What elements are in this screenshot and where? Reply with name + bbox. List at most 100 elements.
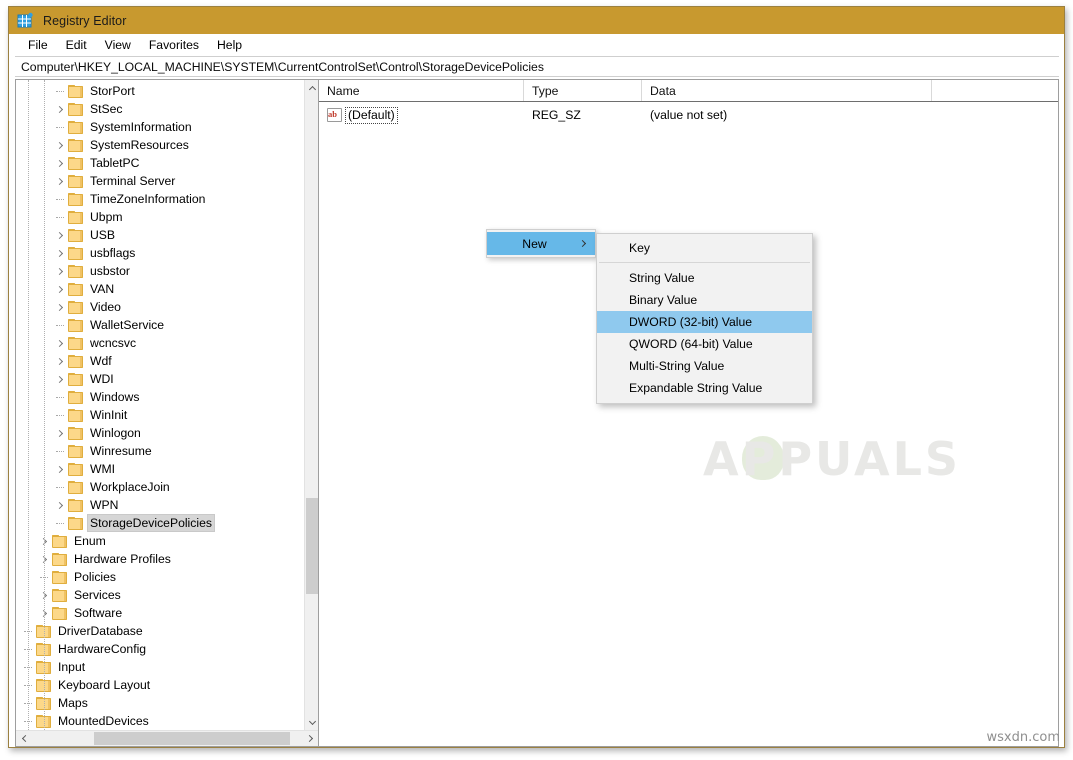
folder-icon (68, 192, 83, 206)
tree-item-hardware-profiles[interactable]: Hardware Profiles (16, 550, 304, 568)
tree-item-keyboard-layout[interactable]: Keyboard Layout (16, 676, 304, 694)
value-row[interactable]: ab (Default) REG_SZ (value not set) (319, 105, 1058, 125)
tree-item-wcncsvc[interactable]: wcncsvc (16, 334, 304, 352)
expand-chevron-icon[interactable] (52, 352, 68, 370)
menu-file[interactable]: File (19, 37, 57, 53)
menu-edit[interactable]: Edit (57, 37, 96, 53)
tree-item-timezoneinformation[interactable]: TimeZoneInformation (16, 190, 304, 208)
title-bar: Registry Editor (9, 7, 1064, 34)
expand-chevron-icon[interactable] (52, 460, 68, 478)
expand-chevron-icon[interactable] (52, 244, 68, 262)
scroll-up-arrow-icon[interactable] (305, 80, 318, 96)
tree-item-stsec[interactable]: StSec (16, 100, 304, 118)
expand-chevron-icon[interactable] (52, 226, 68, 244)
tree-item-wdi[interactable]: WDI (16, 370, 304, 388)
tree-item-systemresources[interactable]: SystemResources (16, 136, 304, 154)
tree-item-wpn[interactable]: WPN (16, 496, 304, 514)
tree-item-van[interactable]: VAN (16, 280, 304, 298)
tree-item-wmi[interactable]: WMI (16, 460, 304, 478)
tree-connector-line (52, 316, 68, 334)
tree-item-usbstor[interactable]: usbstor (16, 262, 304, 280)
submenu-item-key[interactable]: Key (597, 237, 812, 259)
tree-item-systeminformation[interactable]: SystemInformation (16, 118, 304, 136)
expand-chevron-icon[interactable] (52, 154, 68, 172)
address-bar[interactable]: Computer\HKEY_LOCAL_MACHINE\SYSTEM\Curre… (15, 56, 1059, 77)
tree-item-workplacejoin[interactable]: WorkplaceJoin (16, 478, 304, 496)
folder-icon (68, 156, 83, 170)
expand-chevron-icon[interactable] (52, 370, 68, 388)
scroll-left-arrow-icon[interactable] (16, 731, 32, 746)
menu-view[interactable]: View (96, 37, 140, 53)
tree-horizontal-scrollbar[interactable] (16, 730, 318, 746)
tree-item-wininit[interactable]: WinInit (16, 406, 304, 424)
tree-item-policies[interactable]: Policies (16, 568, 304, 586)
submenu-item-string-value[interactable]: String Value (597, 267, 812, 289)
submenu-item-expandable-string-value[interactable]: Expandable String Value (597, 377, 812, 399)
tree-item-winresume[interactable]: Winresume (16, 442, 304, 460)
folder-icon (68, 318, 83, 332)
tree-item-ubpm[interactable]: Ubpm (16, 208, 304, 226)
submenu-item-dword-32-bit-value[interactable]: DWORD (32-bit) Value (597, 311, 812, 333)
expand-chevron-icon[interactable] (52, 496, 68, 514)
folder-icon (68, 444, 83, 458)
watermark-blob (742, 436, 784, 480)
context-menu-new[interactable]: New (486, 229, 596, 258)
registry-editor-icon (17, 12, 34, 29)
tree-item-hardwareconfig[interactable]: HardwareConfig (16, 640, 304, 658)
expand-chevron-icon[interactable] (52, 262, 68, 280)
tree-item-label: TimeZoneInformation (90, 192, 206, 206)
tree-item-windows[interactable]: Windows (16, 388, 304, 406)
value-name-cell[interactable]: ab (Default) (319, 106, 524, 124)
submenu-item-qword-64-bit-value[interactable]: QWORD (64-bit) Value (597, 333, 812, 355)
tree-hscroll-thumb[interactable] (94, 732, 290, 745)
tree-item-storport[interactable]: StorPort (16, 82, 304, 100)
tree-item-mounteddevices[interactable]: MountedDevices (16, 712, 304, 730)
tree-item-usbflags[interactable]: usbflags (16, 244, 304, 262)
values-column-header[interactable]: Name Type Data (319, 80, 1058, 102)
tree-item-driverdatabase[interactable]: DriverDatabase (16, 622, 304, 640)
expand-chevron-icon[interactable] (52, 424, 68, 442)
menu-favorites[interactable]: Favorites (140, 37, 208, 53)
tree-item-walletservice[interactable]: WalletService (16, 316, 304, 334)
menu-help[interactable]: Help (208, 37, 251, 53)
column-header-data[interactable]: Data (642, 80, 932, 101)
scroll-down-arrow-icon[interactable] (305, 714, 318, 730)
submenu-item-binary-value[interactable]: Binary Value (597, 289, 812, 311)
submenu-item-multi-string-value[interactable]: Multi-String Value (597, 355, 812, 377)
tree-item-tabletpc[interactable]: TabletPC (16, 154, 304, 172)
tree-item-enum[interactable]: Enum (16, 532, 304, 550)
tree-item-input[interactable]: Input (16, 658, 304, 676)
tree-item-wdf[interactable]: Wdf (16, 352, 304, 370)
expand-chevron-icon[interactable] (52, 100, 68, 118)
tree-scroll-thumb[interactable] (306, 498, 318, 594)
column-header-type[interactable]: Type (524, 80, 642, 101)
tree-vertical-scrollbar[interactable] (304, 80, 318, 730)
expand-chevron-icon[interactable] (52, 136, 68, 154)
tree-item-storagedevicepolicies[interactable]: StorageDevicePolicies (16, 514, 304, 532)
expand-chevron-icon[interactable] (52, 280, 68, 298)
column-header-name[interactable]: Name (319, 80, 524, 101)
expand-chevron-icon[interactable] (52, 334, 68, 352)
folder-icon (52, 606, 67, 620)
tree-item-services[interactable]: Services (16, 586, 304, 604)
expand-chevron-icon[interactable] (52, 298, 68, 316)
registry-tree[interactable]: StorPort StSec SystemInformation SystemReso… (16, 80, 304, 730)
context-submenu-new-types[interactable]: Key String Value Binary Value DWORD (32-bit… (596, 233, 813, 404)
tree-item-software[interactable]: Software (16, 604, 304, 622)
tree-item-terminal-server[interactable]: Terminal Server (16, 172, 304, 190)
values-list[interactable]: ab (Default) REG_SZ (value not set) (319, 105, 1058, 125)
tree-item-winlogon[interactable]: Winlogon (16, 424, 304, 442)
tree-item-video[interactable]: Video (16, 298, 304, 316)
tree-item-label: Wdf (90, 354, 112, 368)
folder-icon (68, 426, 83, 440)
tree-item-maps[interactable]: Maps (16, 694, 304, 712)
tree-item-label: StSec (90, 102, 123, 116)
expand-chevron-icon[interactable] (52, 172, 68, 190)
tree-item-usb[interactable]: USB (16, 226, 304, 244)
context-menu-item-new[interactable]: New (487, 232, 595, 255)
scroll-right-arrow-icon[interactable] (302, 731, 318, 746)
